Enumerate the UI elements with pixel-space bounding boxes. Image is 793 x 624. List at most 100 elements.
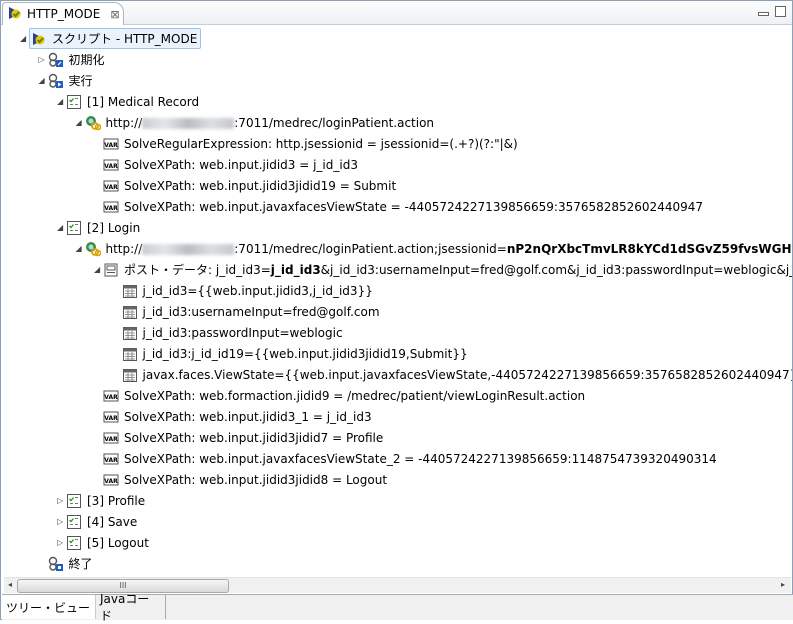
tree-item-label: [3] Profile xyxy=(87,494,145,508)
label-segment: [3] Profile xyxy=(87,493,146,508)
script-tree: ◢ スクリプト - HTTP_MODE ▷ 初期化 ◢ 実行 ◢ [1] Medical Re… xyxy=(2,27,792,577)
tree-item[interactable]: javax.faces.ViewState={{web.input.javaxf… xyxy=(122,364,793,385)
tree-item-label: 終了 xyxy=(69,555,93,572)
scroll-left-icon[interactable]: ◂ xyxy=(8,580,12,589)
page-icon xyxy=(66,493,82,509)
label-segment: javax.faces.ViewState={{web.input.javaxf… xyxy=(142,367,793,382)
label-segment: http:// xyxy=(105,241,143,256)
collapsed-arrow-icon[interactable]: ▷ xyxy=(39,56,47,64)
tree-item[interactable]: VAR SolveXPath: web.input.jidid3jidid7 = … xyxy=(103,427,383,448)
svg-text:VAR: VAR xyxy=(104,394,118,401)
scroll-right-icon[interactable]: ▸ xyxy=(781,580,785,589)
tree-item[interactable]: ▷ [3] Profile xyxy=(57,490,145,511)
param-icon xyxy=(122,283,138,299)
svg-text:VAR: VAR xyxy=(104,142,118,149)
editor-tab-bar: HTTP_MODE ⊠ xyxy=(1,1,792,25)
tree-item-label: SolveXPath: web.input.jidid3 = j_id_id3 xyxy=(124,158,358,172)
tree-item[interactable]: VAR SolveXPath: web.input.jidid3 = j_id_i… xyxy=(103,154,358,175)
tree-item[interactable]: ▷ 初期化 xyxy=(39,49,105,70)
expanded-arrow-icon[interactable]: ◢ xyxy=(76,245,84,253)
var-icon: VAR xyxy=(103,199,119,215)
tree-item[interactable]: ◢ ポスト・データ: j_id_id3=j_id_id3&j_id_id3:use… xyxy=(94,259,792,280)
tree-item-label: j_id_id3:j_id_id19={{web.input.jidid3jid… xyxy=(143,347,468,361)
collapsed-arrow-icon[interactable]: ▷ xyxy=(57,518,65,526)
tree-item-label: SolveXPath: web.input.jidid3_1 = j_id_id… xyxy=(124,410,372,424)
tree-item-label: http://:7011/medrec/loginPatient.action xyxy=(106,116,435,130)
svg-text:VAR: VAR xyxy=(104,184,118,191)
http-icon xyxy=(85,241,101,257)
tree-item[interactable]: VAR SolveXPath: web.formaction.jidid9 = /… xyxy=(103,385,585,406)
collapsed-arrow-icon[interactable]: ▷ xyxy=(57,497,65,505)
svg-text:VAR: VAR xyxy=(104,478,118,485)
tree-item[interactable]: 終了 xyxy=(48,553,93,574)
maximize-button[interactable] xyxy=(775,6,786,17)
tree-item-label: javax.faces.ViewState={{web.input.javaxf… xyxy=(143,368,793,382)
tree-item[interactable]: j_id_id3={{web.input.jidid3,j_id_id3}} xyxy=(122,280,373,301)
param-icon xyxy=(122,325,138,341)
tab-tree-view[interactable]: ツリー・ビュー xyxy=(2,595,95,619)
tree-item[interactable]: j_id_id3:usernameInput=fred@golf.com xyxy=(122,301,380,322)
tree-item-label: SolveRegularExpression: http.jsessionid … xyxy=(124,137,518,151)
script-icon xyxy=(31,31,47,47)
label-segment: [1] Medical Record xyxy=(87,94,200,109)
expanded-arrow-icon[interactable]: ◢ xyxy=(57,98,65,106)
expanded-arrow-icon[interactable]: ◢ xyxy=(39,77,47,85)
tree-item[interactable]: ▷ [4] Save xyxy=(57,511,137,532)
redacted-host xyxy=(142,243,235,255)
postdata-icon xyxy=(103,262,119,278)
tree-item[interactable]: ◢ http://:7011/medrec/loginPatient.action… xyxy=(76,238,792,259)
tree-item[interactable]: ◢ [2] Login xyxy=(57,217,140,238)
expanded-arrow-icon[interactable]: ◢ xyxy=(76,119,84,127)
tree-item[interactable]: ▷ [5] Logout xyxy=(57,532,149,553)
http-icon xyxy=(85,115,101,131)
label-segment: SolveXPath: web.formaction.jidid9 = /med… xyxy=(124,388,586,403)
close-icon[interactable]: ⊠ xyxy=(110,8,119,21)
page-icon xyxy=(66,220,82,236)
param-icon xyxy=(122,367,138,383)
editor-tab-title: HTTP_MODE xyxy=(27,7,101,21)
tree-item-label: [4] Save xyxy=(87,515,137,529)
tree-item[interactable]: ◢ 実行 xyxy=(39,70,93,91)
tree-item[interactable]: VAR SolveXPath: web.input.javaxfacesViewS… xyxy=(103,196,703,217)
run-icon xyxy=(48,73,64,89)
tree-item[interactable]: VAR SolveXPath: web.input.jidid3jidid19 =… xyxy=(103,175,396,196)
tree-item-label: [2] Login xyxy=(87,221,140,235)
label-segment: SolveXPath: web.input.jidid3jidid7 = Pro… xyxy=(124,430,384,445)
tree-item-label: j_id_id3:usernameInput=fred@golf.com xyxy=(143,305,380,319)
expanded-arrow-icon[interactable]: ◢ xyxy=(57,224,65,232)
tree-item[interactable]: j_id_id3:j_id_id19={{web.input.jidid3jid… xyxy=(122,343,468,364)
tree-item[interactable]: j_id_id3:passwordInput=weblogic xyxy=(122,322,343,343)
tree-item-label: SolveXPath: web.formaction.jidid9 = /med… xyxy=(124,389,585,403)
tree-item[interactable]: VAR SolveRegularExpression: http.jsession… xyxy=(103,133,518,154)
label-segment: j_id_id3:usernameInput=fred@golf.com xyxy=(142,304,380,319)
finish-icon xyxy=(48,556,64,572)
tree-item[interactable]: VAR SolveXPath: web.input.javaxfacesViewS… xyxy=(103,448,717,469)
tab-java-code[interactable]: Javaコード xyxy=(95,592,166,623)
tree-item[interactable]: VAR SolveXPath: web.input.jidid3jidid8 = … xyxy=(103,469,387,490)
page-icon xyxy=(66,94,82,110)
editor-frame: HTTP_MODE ⊠ ◢ スクリプト - HTTP_MODE ▷ 初期化 ◢ 実行 ◢ [1… xyxy=(0,0,793,623)
label-segment: スクリプト - HTTP_MODE xyxy=(52,32,198,46)
label-segment: SolveXPath: web.input.javaxfacesViewStat… xyxy=(124,199,703,214)
expanded-arrow-icon[interactable]: ◢ xyxy=(20,35,28,43)
expanded-arrow-icon[interactable]: ◢ xyxy=(94,266,102,274)
editor-tab-http-mode[interactable]: HTTP_MODE ⊠ xyxy=(2,2,124,25)
tree-item[interactable]: ◢ スクリプト - HTTP_MODE xyxy=(20,28,202,49)
tree-item[interactable]: ◢ [1] Medical Record xyxy=(57,91,200,112)
tree-item[interactable]: ◢ http://:7011/medrec/loginPatient.action xyxy=(76,112,435,133)
label-segment: SolveXPath: web.input.javaxfacesViewStat… xyxy=(124,451,717,466)
tree-item[interactable]: VAR SolveXPath: web.input.jidid3_1 = j_id… xyxy=(103,406,372,427)
collapsed-arrow-icon[interactable]: ▷ xyxy=(57,539,65,547)
minimize-button[interactable] xyxy=(758,12,769,16)
tree-item-label: j_id_id3:passwordInput=weblogic xyxy=(143,326,343,340)
label-segment: SolveXPath: web.input.jidid3 = j_id_id3 xyxy=(124,157,358,172)
param-icon xyxy=(122,346,138,362)
page-icon xyxy=(66,514,82,530)
var-icon: VAR xyxy=(103,136,119,152)
var-icon: VAR xyxy=(103,388,119,404)
tree-item-label: 初期化 xyxy=(69,51,105,68)
var-icon: VAR xyxy=(103,451,119,467)
init-icon xyxy=(48,52,64,68)
tree-item-label: SolveXPath: web.input.javaxfacesViewStat… xyxy=(124,200,703,214)
var-icon: VAR xyxy=(103,178,119,194)
